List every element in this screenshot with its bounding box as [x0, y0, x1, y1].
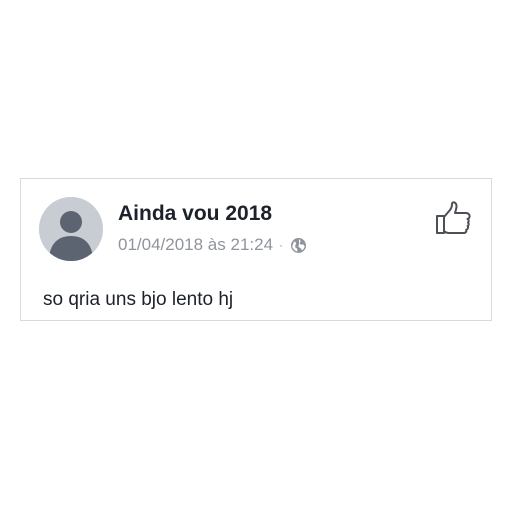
post-meta: 01/04/2018 às 21:24 · [118, 235, 307, 255]
default-avatar-icon [39, 197, 103, 261]
author-name[interactable]: Ainda vou 2018 [118, 202, 272, 226]
thumbs-up-icon[interactable] [435, 201, 473, 235]
post-card: Ainda vou 2018 01/04/2018 às 21:24 · so … [20, 178, 492, 321]
globe-icon[interactable] [290, 237, 307, 254]
post-timestamp[interactable]: 01/04/2018 às 21:24 [118, 235, 273, 255]
meta-separator: · [279, 238, 284, 252]
post-text: so qria uns bjo lento hj [43, 289, 234, 310]
avatar[interactable] [39, 197, 103, 261]
